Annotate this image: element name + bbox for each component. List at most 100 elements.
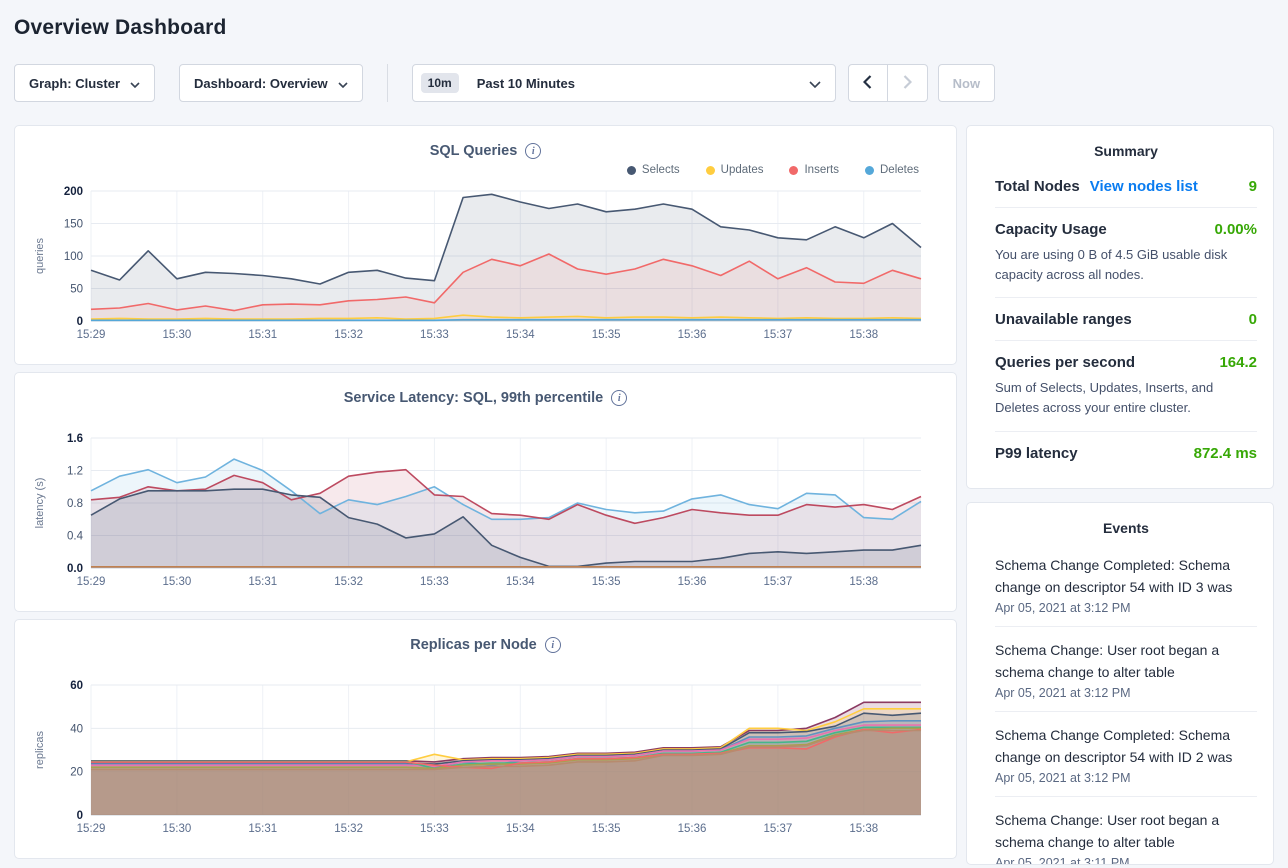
- svg-text:15:37: 15:37: [764, 576, 793, 588]
- info-icon[interactable]: i: [525, 143, 541, 159]
- chart-legend: Selects Updates Inserts Deletes: [27, 159, 944, 181]
- svg-text:15:35: 15:35: [592, 576, 621, 588]
- chart-title-row: Service Latency: SQL, 99th percentile i: [27, 390, 944, 406]
- time-prev-button[interactable]: [848, 64, 888, 102]
- sql-queries-chart[interactable]: 05010015020015:2915:3015:3115:3215:3315:…: [27, 181, 946, 349]
- svg-text:1.2: 1.2: [67, 466, 83, 478]
- summary-description: Sum of Selects, Updates, Inserts, and De…: [995, 378, 1257, 418]
- event-text: Schema Change: User root began a schema …: [995, 639, 1257, 683]
- dashboard-dropdown[interactable]: Dashboard: Overview: [179, 64, 363, 102]
- svg-text:15:29: 15:29: [77, 329, 106, 341]
- replicas-per-node-chart[interactable]: 020406015:2915:3015:3115:3215:3315:3415:…: [27, 675, 946, 843]
- event-item: Schema Change: User root began a schema …: [995, 797, 1257, 865]
- chevron-left-icon: [863, 75, 872, 92]
- chart-card-sql-queries: SQL Queries i Selects Updates Inserts Delet…: [14, 125, 957, 365]
- summary-panel: Summary Total NodesView nodes list9Capac…: [966, 125, 1274, 489]
- chevron-down-icon: [809, 76, 821, 91]
- legend-item-inserts[interactable]: Inserts: [789, 164, 839, 176]
- svg-text:latency (s): latency (s): [34, 478, 46, 529]
- now-button[interactable]: Now: [938, 64, 995, 102]
- chevron-down-icon: [130, 76, 140, 91]
- legend-item-updates[interactable]: Updates: [706, 164, 764, 176]
- event-item: Schema Change: User root began a schema …: [995, 627, 1257, 712]
- svg-text:15:30: 15:30: [162, 576, 191, 588]
- legend-item-selects[interactable]: Selects: [627, 164, 680, 176]
- summary-value: 0.00%: [1214, 221, 1257, 238]
- event-item: Schema Change Completed: Schema change o…: [995, 542, 1257, 627]
- event-timestamp: Apr 05, 2021 at 3:11 PM: [995, 856, 1257, 865]
- legend-label: Inserts: [804, 164, 839, 176]
- svg-text:15:31: 15:31: [248, 329, 277, 341]
- summary-label: Total Nodes: [995, 178, 1080, 195]
- summary-value: 164.2: [1219, 354, 1257, 371]
- svg-text:15:34: 15:34: [506, 823, 535, 835]
- svg-text:100: 100: [64, 251, 83, 263]
- chart-title: SQL Queries: [430, 143, 518, 159]
- svg-text:15:29: 15:29: [77, 576, 106, 588]
- svg-text:15:33: 15:33: [420, 576, 449, 588]
- event-text: Schema Change Completed: Schema change o…: [995, 554, 1257, 598]
- event-text: Schema Change Completed: Schema change o…: [995, 724, 1257, 768]
- svg-text:60: 60: [70, 680, 83, 692]
- summary-value: 872.4 ms: [1194, 445, 1257, 462]
- legend-dot-icon: [789, 166, 798, 175]
- events-title: Events: [995, 503, 1257, 542]
- graph-dropdown[interactable]: Graph: Cluster: [14, 64, 155, 102]
- summary-row: Total NodesView nodes list9: [995, 165, 1257, 208]
- events-list: Schema Change Completed: Schema change o…: [995, 542, 1257, 865]
- svg-text:15:34: 15:34: [506, 576, 535, 588]
- svg-text:0.0: 0.0: [67, 563, 83, 575]
- svg-text:15:37: 15:37: [764, 329, 793, 341]
- chart-card-service-latency: Service Latency: SQL, 99th percentile i …: [14, 372, 957, 612]
- legend-label: Updates: [721, 164, 764, 176]
- sidebar-column: Summary Total NodesView nodes list9Capac…: [966, 125, 1274, 865]
- svg-text:15:35: 15:35: [592, 329, 621, 341]
- svg-text:15:35: 15:35: [592, 823, 621, 835]
- legend-label: Selects: [642, 164, 680, 176]
- page-title: Overview Dashboard: [14, 0, 1274, 40]
- graph-dropdown-label: Graph: Cluster: [29, 76, 120, 91]
- svg-text:40: 40: [70, 723, 83, 735]
- svg-text:15:38: 15:38: [849, 576, 878, 588]
- chart-title-row: Replicas per Node i: [27, 637, 944, 653]
- summary-label: Unavailable ranges: [995, 311, 1132, 328]
- legend-dot-icon: [706, 166, 715, 175]
- summary-value: 0: [1249, 311, 1257, 328]
- chart-title: Service Latency: SQL, 99th percentile: [344, 390, 604, 406]
- summary-title: Summary: [995, 126, 1257, 165]
- svg-text:200: 200: [64, 186, 83, 198]
- event-timestamp: Apr 05, 2021 at 3:12 PM: [995, 686, 1257, 700]
- toolbar-divider: [387, 64, 388, 102]
- summary-row: Queries per second164.2Sum of Selects, U…: [995, 341, 1257, 431]
- events-panel: Events Schema Change Completed: Schema c…: [966, 502, 1274, 865]
- svg-text:0.8: 0.8: [67, 498, 83, 510]
- charts-column: SQL Queries i Selects Updates Inserts Delet…: [14, 125, 957, 859]
- svg-text:15:33: 15:33: [420, 823, 449, 835]
- time-next-button[interactable]: [888, 64, 928, 102]
- svg-text:15:37: 15:37: [764, 823, 793, 835]
- time-range-label: Past 10 Minutes: [477, 76, 575, 91]
- svg-text:0.4: 0.4: [67, 531, 84, 543]
- time-range-dropdown[interactable]: 10m Past 10 Minutes: [412, 64, 836, 102]
- svg-text:15:31: 15:31: [248, 576, 277, 588]
- view-nodes-list-link[interactable]: View nodes list: [1090, 178, 1198, 195]
- legend-dot-icon: [627, 166, 636, 175]
- summary-row: Capacity Usage0.00%You are using 0 B of …: [995, 208, 1257, 298]
- svg-text:15:32: 15:32: [334, 329, 363, 341]
- time-step-buttons: [848, 64, 928, 102]
- main-content: SQL Queries i Selects Updates Inserts Delet…: [14, 125, 1274, 865]
- event-text: Schema Change: User root began a schema …: [995, 809, 1257, 853]
- info-icon[interactable]: i: [545, 637, 561, 653]
- svg-text:15:29: 15:29: [77, 823, 106, 835]
- summary-rows: Total NodesView nodes list9Capacity Usag…: [995, 165, 1257, 474]
- chevron-right-icon: [903, 75, 912, 92]
- legend-item-deletes[interactable]: Deletes: [865, 164, 919, 176]
- svg-text:0: 0: [77, 316, 83, 328]
- service-latency-chart[interactable]: 0.00.40.81.21.615:2915:3015:3115:3215:33…: [27, 428, 946, 596]
- info-icon[interactable]: i: [611, 390, 627, 406]
- time-range-badge: 10m: [421, 73, 459, 93]
- toolbar: Graph: Cluster Dashboard: Overview 10m P…: [14, 64, 1274, 102]
- svg-text:15:32: 15:32: [334, 576, 363, 588]
- svg-text:0: 0: [77, 810, 83, 822]
- svg-text:15:33: 15:33: [420, 329, 449, 341]
